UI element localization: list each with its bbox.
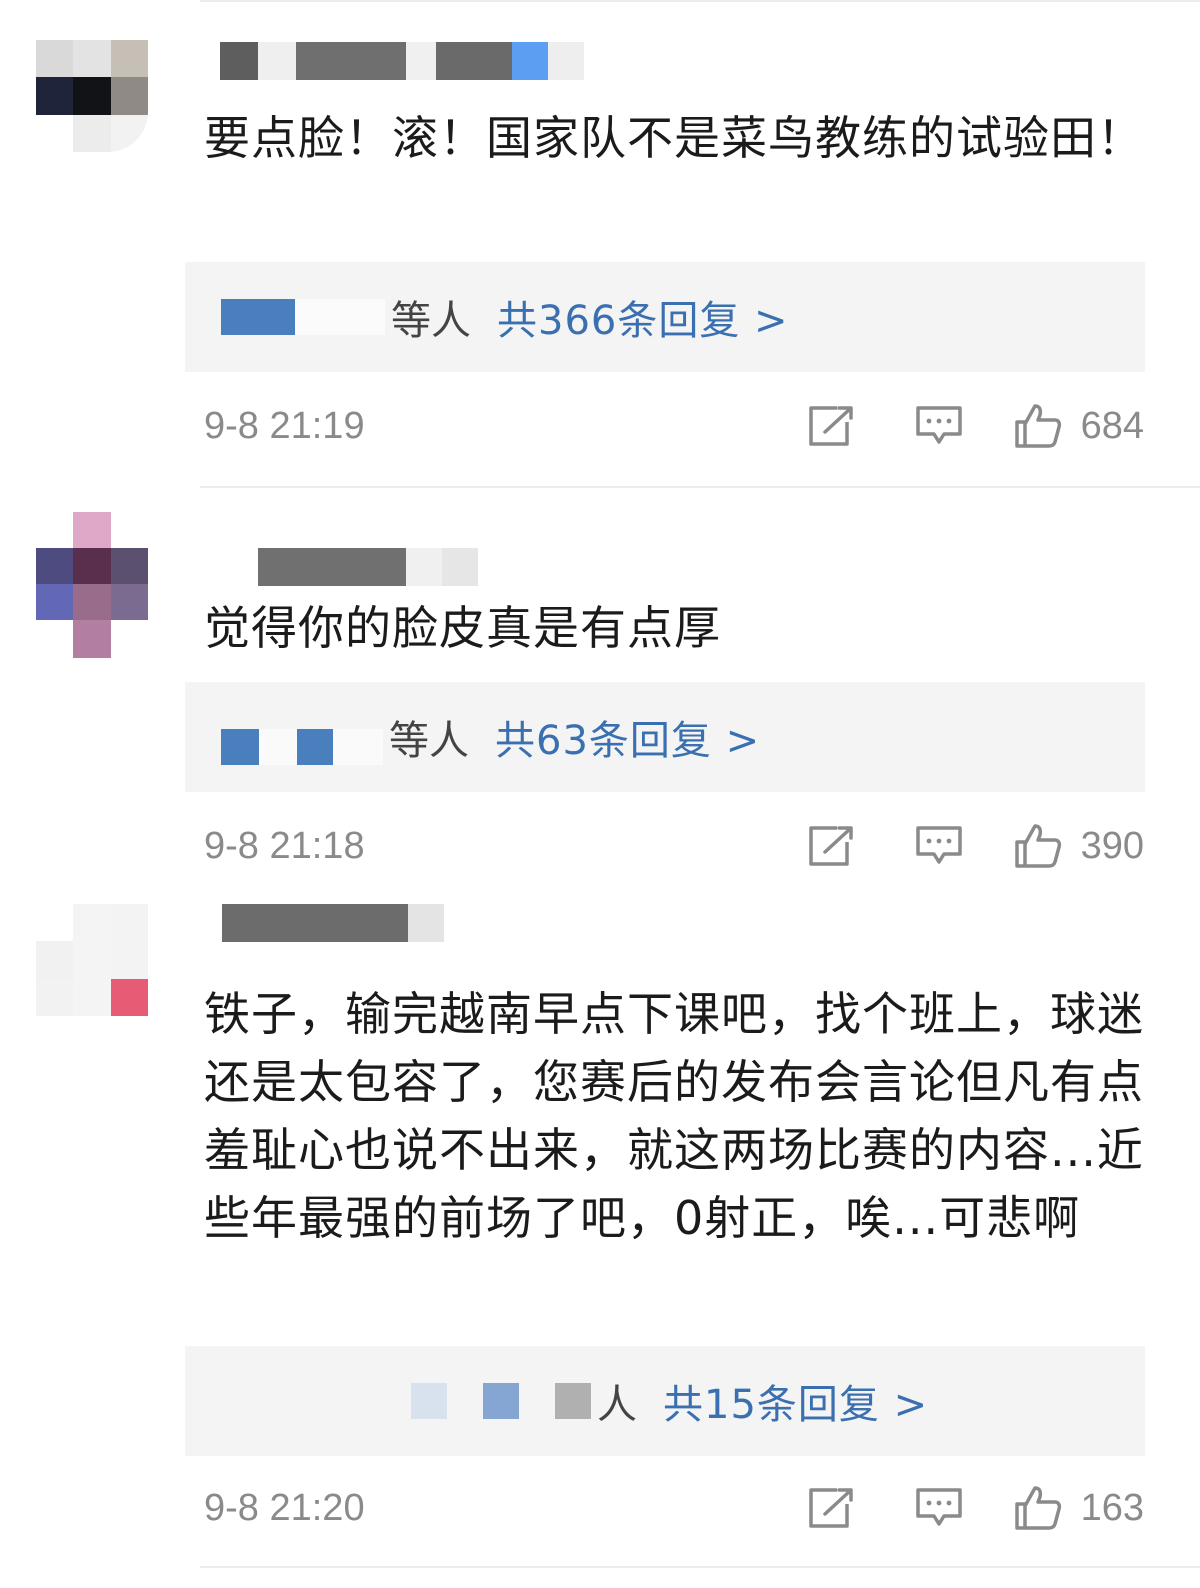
reply-suffix: 人: [597, 1382, 637, 1428]
reply-suffix: 等人: [389, 718, 469, 764]
username[interactable]: [222, 904, 444, 942]
timestamp: 9-8 21:18: [204, 824, 365, 867]
like-button[interactable]: 390: [1013, 822, 1144, 870]
reply-suffix: 等人: [391, 298, 471, 344]
like-button[interactable]: 163: [1013, 1484, 1144, 1532]
replier-names: [221, 299, 385, 335]
bottom-divider: [200, 1566, 1200, 1568]
comment-text: 要点脸！滚！国家队不是菜鸟教练的试验田！: [204, 111, 1144, 165]
top-divider: [200, 0, 1200, 2]
username[interactable]: [258, 548, 478, 586]
view-replies-link[interactable]: 共63条回复 >: [495, 708, 760, 766]
avatar[interactable]: [36, 512, 148, 658]
replier-names: [221, 1383, 591, 1419]
share-icon[interactable]: [801, 816, 861, 876]
share-icon[interactable]: [801, 1478, 861, 1538]
like-count: 684: [1080, 404, 1144, 447]
comment-divider: [200, 486, 1200, 488]
comment-icon[interactable]: [909, 1478, 969, 1538]
thumbs-up-icon: [1014, 1486, 1061, 1530]
like-count: 163: [1080, 1486, 1144, 1529]
comment-icon[interactable]: [909, 396, 969, 456]
timestamp: 9-8 21:20: [204, 1486, 365, 1529]
meta-row: 9-8 21:19 684: [204, 396, 1144, 456]
view-replies-link[interactable]: 共366条回复 >: [497, 288, 789, 346]
username[interactable]: [220, 42, 584, 80]
view-replies-link[interactable]: 共15条回复 >: [663, 1372, 928, 1430]
reply-summary[interactable]: 等人 共63条回复 >: [185, 682, 1145, 792]
meta-row: 9-8 21:18 390: [204, 816, 1144, 876]
timestamp: 9-8 21:19: [204, 404, 365, 447]
avatar[interactable]: [36, 904, 148, 1016]
thumbs-up-icon: [1014, 404, 1061, 448]
thumbs-up-icon: [1014, 824, 1061, 868]
reply-summary[interactable]: 等人 共366条回复 >: [185, 262, 1145, 372]
avatar[interactable]: [36, 40, 148, 152]
share-icon[interactable]: [801, 396, 861, 456]
replier-names: [221, 709, 383, 765]
like-count: 390: [1080, 824, 1144, 867]
reply-summary[interactable]: 人 共15条回复 >: [185, 1346, 1145, 1456]
comment-text: 觉得你的脸皮真是有点厚: [204, 601, 721, 655]
like-button[interactable]: 684: [1013, 402, 1144, 450]
comment-text: 铁子，输完越南早点下课吧，找个班上，球迷还是太包容了，您赛后的发布会言论但凡有点…: [204, 987, 1144, 1245]
comment-icon[interactable]: [909, 816, 969, 876]
meta-row: 9-8 21:20 163: [204, 1478, 1144, 1538]
